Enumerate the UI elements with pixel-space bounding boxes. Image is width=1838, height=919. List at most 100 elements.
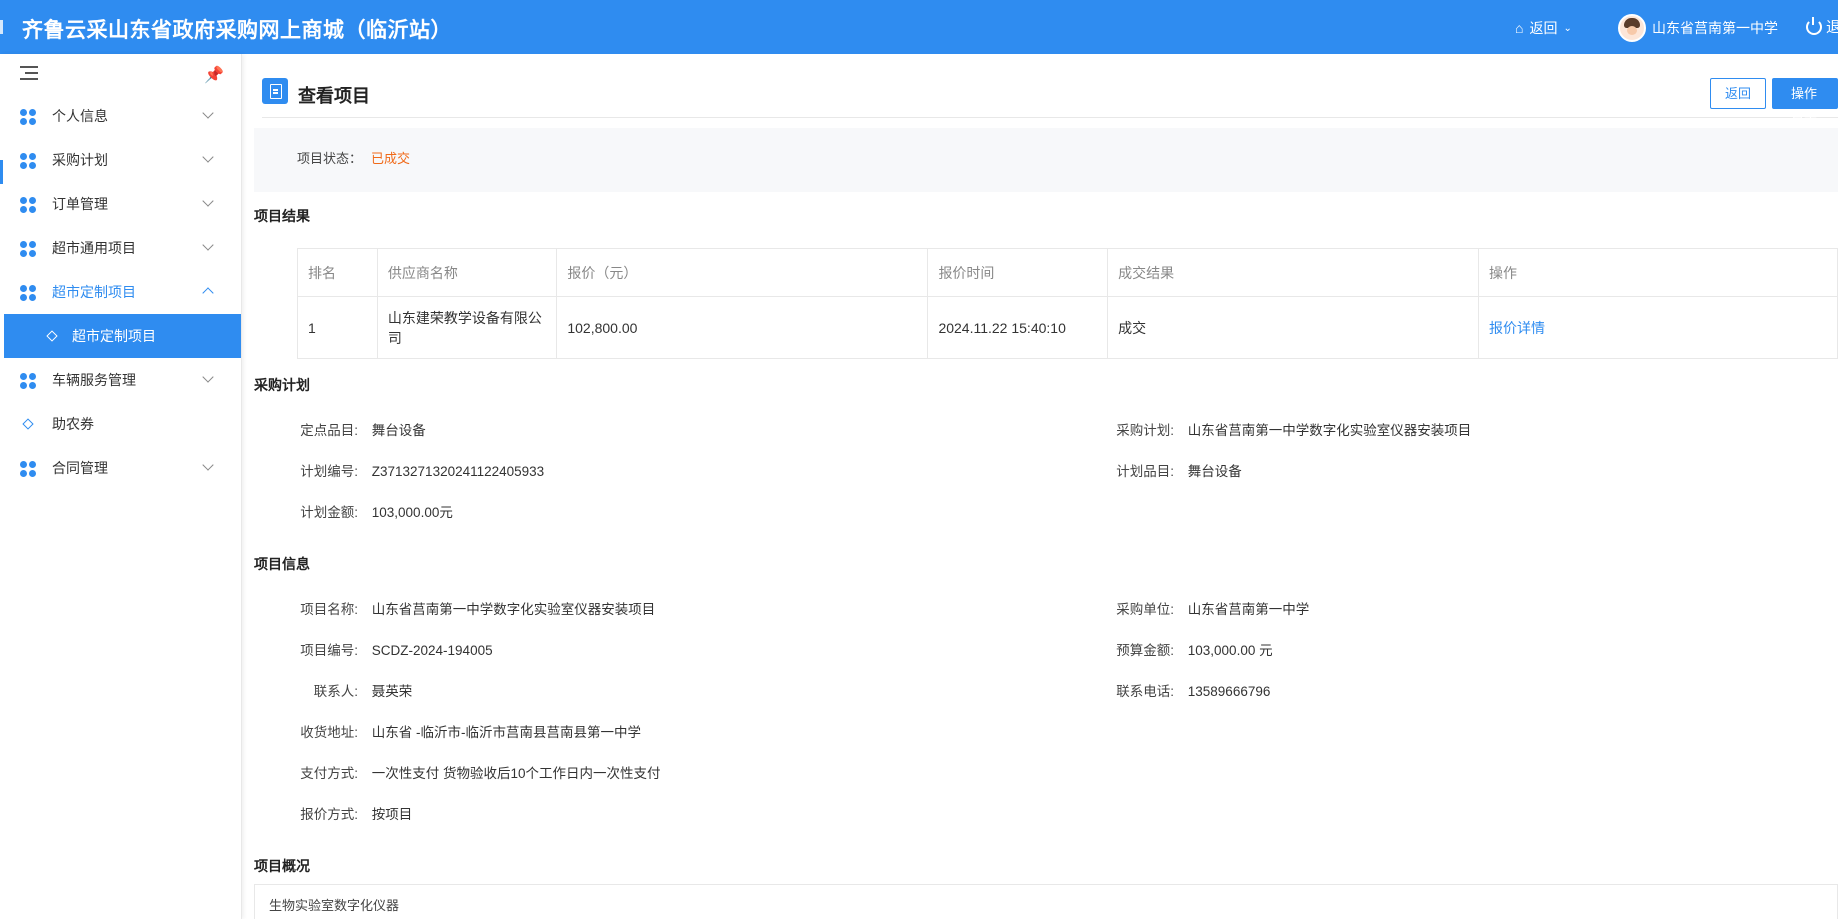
project-status-panel: 项目状态： 已成交 [254,128,1838,192]
section-title-overview: 项目概况 [254,858,310,874]
sidebar-subitem-market-custom[interactable]: 超市定制项目 [4,314,241,358]
sidebar-item-label: 采购计划 [52,152,108,168]
field-value: 103,000.00 元 [1187,643,1273,658]
sidebar-item-label: 超市定制项目 [52,284,136,300]
field-label: 项目名称: [300,602,358,617]
sidebar-item-farm-voucher[interactable]: 助农券 [0,402,241,446]
page-title: 查看项目 [298,86,370,106]
sidebar-item-label: 合同管理 [52,460,108,476]
sidebar-item-procurement-plan[interactable]: 采购计划 [0,138,241,182]
sidebar-item-market-custom[interactable]: 超市定制项目 [0,270,241,314]
back-button[interactable]: 返回 [1710,78,1767,109]
grid-icon [20,109,36,125]
chevron-down-icon [202,371,214,383]
field-plan-code: 计划编号: Z3713271320241122405933 [254,460,544,480]
sidebar-item-label: 车辆服务管理 [52,372,136,388]
chevron-down-icon [202,107,214,119]
collapse-menu-icon[interactable] [20,66,38,80]
main-content: 查看项目 返回 操作日志 项目状态： 已成交 项目结果 排名 供应商名称 报价（… [254,54,1838,919]
grid-icon [20,461,36,477]
field-label: 预算金额: [1116,643,1174,658]
sidebar-item-order-management[interactable]: 订单管理 [0,182,241,226]
logout-button[interactable]: 退 [1806,16,1838,37]
field-value: 山东省莒南第一中学 [1187,602,1310,617]
grid-icon [20,241,36,257]
table-header-row: 排名 供应商名称 报价（元） 报价时间 成交结果 操作 [297,248,1838,297]
field-value: 舞台设备 [371,423,426,438]
sidebar-item-label: 超市通用项目 [52,240,136,256]
chevron-down-icon [202,195,214,207]
field-value: SCDZ-2024-194005 [371,643,493,658]
field-value: 山东省莒南第一中学数字化实验室仪器安装项目 [1187,423,1472,438]
field-address: 收货地址: 山东省 -临沂市-临沂市莒南县莒南县第一中学 [254,721,641,741]
user-name: 山东省莒南第一中学 [1652,20,1778,36]
sidebar-item-vehicle-service[interactable]: 车辆服务管理 [0,358,241,402]
sidebar-item-label: 助农券 [52,416,94,432]
table-row: 1 山东建荣教学设备有限公司 102,800.00 2024.11.22 15:… [297,296,1838,359]
field-plan-name: 采购计划: 山东省莒南第一中学数字化实验室仪器安装项目 [1054,419,1471,439]
section-title-plan: 采购计划 [254,377,310,393]
cell-supplier: 山东建荣教学设备有限公司 [376,296,558,359]
top-header: 齐鲁云采山东省政府采购网上商城（临沂站） ⌂ 返回 ⌄ 山东省莒南第一中学 退 [0,0,1838,54]
chevron-down-icon [202,459,214,471]
column-header: 报价（元） [556,248,929,297]
supplier-line-1: 山东建荣教学设备有限公 [387,309,542,326]
overview-box: 生物实验室数字化仪器 [254,884,1838,919]
field-phone: 联系电话: 13589666796 [1054,680,1270,700]
cell-result: 成交 [1107,296,1480,359]
field-quote-method: 报价方式: 按项目 [254,803,412,823]
document-icon [262,78,288,104]
field-value: 聂英荣 [371,684,413,699]
supplier-line-2: 司 [387,329,402,346]
diamond-icon [22,418,34,430]
field-value: 山东省 -临沂市-临沂市莒南县莒南县第一中学 [371,725,642,740]
field-purchasing-unit: 采购单位: 山东省莒南第一中学 [1054,598,1309,618]
status-label: 项目状态： [297,151,363,166]
field-value: 103,000.00元 [371,505,453,520]
cell-rank: 1 [297,296,378,359]
grid-icon [20,373,36,389]
column-header: 操作 [1478,248,1838,297]
field-label: 定点品目: [300,423,358,438]
sidebar-item-contract-management[interactable]: 合同管理 [0,446,241,490]
header-back-label: 返回 [1529,20,1558,36]
chevron-down-icon [202,151,214,163]
cell-time: 2024.11.22 15:40:10 [927,296,1109,359]
field-label: 支付方式: [300,766,358,781]
field-label: 采购单位: [1116,602,1174,617]
header-edge-mark [0,20,3,34]
cell-price: 102,800.00 [556,296,929,359]
avatar [1618,14,1646,42]
field-project-number: 项目编号: SCDZ-2024-194005 [254,639,493,659]
power-icon [1806,16,1822,35]
chevron-up-icon [202,287,214,299]
section-title-info: 项目信息 [254,556,310,572]
field-label: 计划编号: [300,464,358,479]
user-menu[interactable]: 山东省莒南第一中学 [1618,14,1778,42]
column-header: 报价时间 [927,248,1109,297]
header-back-button[interactable]: ⌂ 返回 ⌄ [1515,18,1572,38]
sidebar-item-market-general[interactable]: 超市通用项目 [0,226,241,270]
grid-icon [20,197,36,213]
quote-detail-link[interactable]: 报价详情 [1478,296,1838,359]
sidebar-item-label: 订单管理 [52,196,108,212]
field-project-name: 项目名称: 山东省莒南第一中学数字化实验室仪器安装项目 [254,598,655,618]
sidebar-item-label: 超市定制项目 [72,328,156,344]
field-label: 收货地址: [300,725,358,740]
column-header: 供应商名称 [376,248,558,297]
chevron-down-icon [202,239,214,251]
field-label: 报价方式: [300,807,358,822]
sidebar-item-personal-info[interactable]: 个人信息 [0,94,241,138]
field-plan-amount: 计划金额: 103,000.00元 [254,501,453,521]
field-value: 13589666796 [1187,684,1271,699]
field-budget: 预算金额: 103,000.00 元 [1054,639,1273,659]
pin-icon[interactable]: 📌 [204,65,224,85]
chevron-down-icon: ⌄ [1563,22,1572,34]
result-table: 排名 供应商名称 报价（元） 报价时间 成交结果 操作 1 山东建荣教学设备有限… [297,248,1838,359]
operation-log-button[interactable]: 操作日志 [1772,78,1838,130]
section-title-result: 项目结果 [254,208,310,224]
overview-text: 生物实验室数字化仪器 [269,898,400,913]
field-value: 一次性支付 货物验收后10个工作日内一次性支付 [371,766,661,781]
sidebar-tools: 📌 [0,54,241,94]
field-plan-category: 计划品目: 舞台设备 [1054,460,1242,480]
